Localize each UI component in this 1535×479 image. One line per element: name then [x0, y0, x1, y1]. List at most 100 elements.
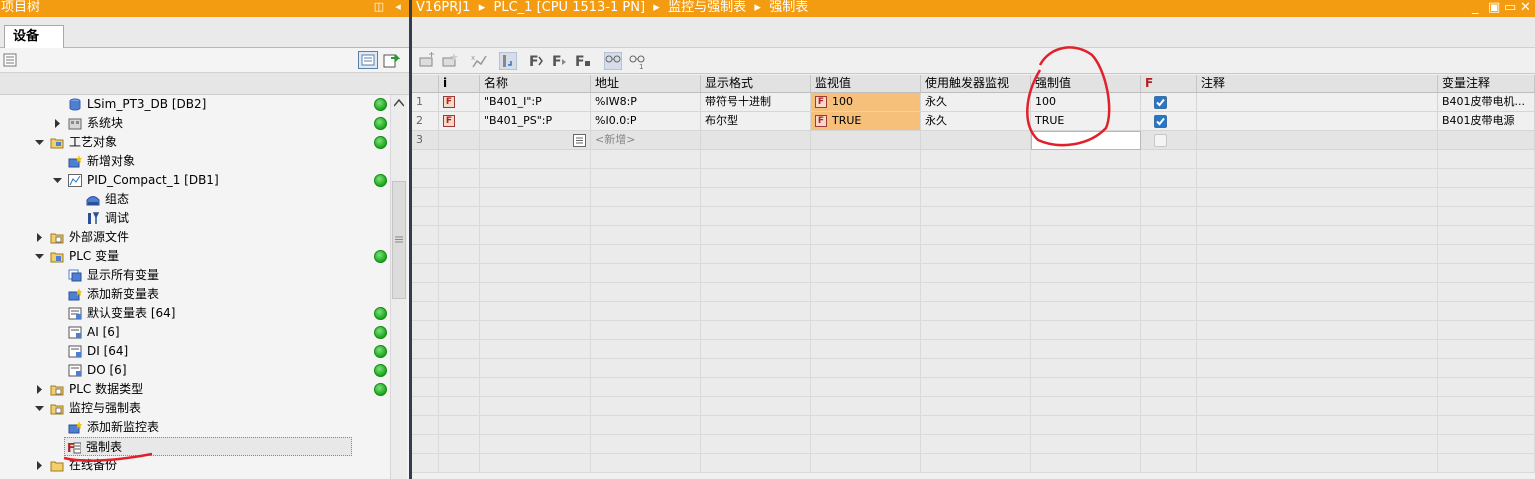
tree-item-show-all-tags[interactable]: 显示所有变量 — [0, 266, 389, 285]
empty-grid-cell[interactable] — [1197, 321, 1438, 340]
empty-grid-cell[interactable] — [591, 359, 701, 378]
cell-address[interactable]: %I0.0:P — [591, 112, 701, 131]
empty-grid-cell[interactable] — [1031, 150, 1141, 169]
empty-grid-cell[interactable] — [811, 378, 921, 397]
empty-grid-cell[interactable] — [1197, 207, 1438, 226]
tree-item-external-sources[interactable]: 外部源文件 — [0, 228, 389, 247]
empty-grid-cell[interactable] — [480, 340, 591, 359]
empty-grid-cell[interactable] — [1197, 397, 1438, 416]
empty-grid-cell[interactable] — [591, 207, 701, 226]
tree-item-lsim-db[interactable]: LSim_PT3_DB [DB2] — [0, 95, 389, 114]
empty-grid-cell[interactable] — [480, 283, 591, 302]
empty-grid-cell[interactable] — [701, 226, 811, 245]
empty-grid-cell[interactable] — [1141, 416, 1197, 435]
empty-grid-cell[interactable] — [1197, 340, 1438, 359]
grid-view-icon[interactable] — [3, 53, 17, 67]
empty-grid-cell[interactable] — [921, 378, 1031, 397]
empty-grid-cell[interactable] — [1141, 378, 1197, 397]
empty-grid-cell[interactable] — [1197, 302, 1438, 321]
empty-grid-cell[interactable] — [439, 378, 480, 397]
cell-trigger[interactable]: 永久 — [921, 112, 1031, 131]
empty-grid-cell[interactable] — [1197, 454, 1438, 473]
empty-grid-cell[interactable] — [412, 245, 439, 264]
empty-grid-cell[interactable] — [1141, 454, 1197, 473]
scroll-up-icon[interactable] — [394, 98, 404, 108]
empty-grid-cell[interactable] — [439, 321, 480, 340]
empty-grid-cell[interactable] — [439, 302, 480, 321]
empty-grid-cell[interactable] — [921, 397, 1031, 416]
empty-grid-cell[interactable] — [480, 264, 591, 283]
empty-grid-cell[interactable] — [921, 416, 1031, 435]
cell-comment[interactable] — [1197, 112, 1438, 131]
empty-grid-cell[interactable] — [412, 226, 439, 245]
tab-devices[interactable]: 设备 — [4, 25, 64, 49]
empty-grid-cell[interactable] — [1031, 188, 1141, 207]
empty-grid-cell[interactable] — [1141, 302, 1197, 321]
cell-force-value[interactable] — [1031, 131, 1141, 150]
restore-icon[interactable]: ▣ — [1488, 0, 1500, 16]
cell-force-value[interactable]: 100 — [1031, 93, 1141, 112]
empty-grid-cell[interactable] — [1141, 283, 1197, 302]
empty-grid-cell[interactable] — [439, 188, 480, 207]
empty-grid-cell[interactable] — [811, 207, 921, 226]
empty-grid-cell[interactable] — [811, 264, 921, 283]
empty-grid-cell[interactable] — [1438, 340, 1535, 359]
tree-item-system-blocks[interactable]: 系统块 — [0, 114, 389, 133]
empty-grid-cell[interactable] — [591, 245, 701, 264]
checkbox-checked-icon[interactable] — [1154, 96, 1167, 109]
empty-grid-cell[interactable] — [439, 207, 480, 226]
empty-grid-cell[interactable] — [1031, 226, 1141, 245]
empty-grid-cell[interactable] — [811, 169, 921, 188]
empty-grid-cell[interactable] — [1141, 245, 1197, 264]
empty-grid-cell[interactable] — [1031, 454, 1141, 473]
empty-grid-cell[interactable] — [921, 359, 1031, 378]
pin-icon[interactable]: ◫ — [373, 1, 385, 13]
empty-grid-cell[interactable] — [921, 150, 1031, 169]
tree-item-add-tag-table[interactable]: 添加新变量表 — [0, 285, 389, 304]
empty-grid-cell[interactable] — [412, 188, 439, 207]
empty-grid-cell[interactable] — [1438, 150, 1535, 169]
empty-grid-cell[interactable] — [701, 302, 811, 321]
empty-grid-cell[interactable] — [1197, 264, 1438, 283]
empty-grid-cell[interactable] — [921, 264, 1031, 283]
tree-item-default-tag-table[interactable]: 默认变量表 [64] — [0, 304, 389, 323]
empty-grid-cell[interactable] — [701, 264, 811, 283]
empty-grid-cell[interactable] — [1438, 207, 1535, 226]
cell-tag-comment[interactable]: B401皮带电机... — [1438, 93, 1535, 112]
empty-grid-cell[interactable] — [921, 340, 1031, 359]
cell-comment[interactable] — [1197, 131, 1438, 150]
tree-item-add-object[interactable]: 新增对象 — [0, 152, 389, 171]
empty-grid-cell[interactable] — [591, 397, 701, 416]
breadcrumb-project[interactable]: V16PRJ1 — [416, 0, 470, 15]
empty-grid-cell[interactable] — [439, 264, 480, 283]
empty-grid-cell[interactable] — [412, 340, 439, 359]
empty-grid-cell[interactable] — [1141, 207, 1197, 226]
empty-grid-cell[interactable] — [1031, 245, 1141, 264]
cell-trigger[interactable]: 永久 — [921, 93, 1031, 112]
empty-grid-cell[interactable] — [1031, 302, 1141, 321]
tree-item-online-backups[interactable]: 在线备份 — [0, 456, 389, 475]
cell-name[interactable] — [480, 131, 591, 150]
empty-grid-cell[interactable] — [811, 188, 921, 207]
empty-grid-cell[interactable] — [701, 207, 811, 226]
empty-grid-cell[interactable] — [1438, 321, 1535, 340]
empty-grid-cell[interactable] — [1438, 359, 1535, 378]
cell-display-format[interactable]: 布尔型 — [701, 112, 811, 131]
header-name[interactable]: 名称 — [480, 75, 591, 93]
empty-grid-cell[interactable] — [921, 302, 1031, 321]
empty-grid-cell[interactable] — [1197, 359, 1438, 378]
empty-grid-cell[interactable] — [811, 302, 921, 321]
empty-grid-cell[interactable] — [1141, 397, 1197, 416]
empty-grid-cell[interactable] — [1438, 416, 1535, 435]
empty-grid-cell[interactable] — [439, 397, 480, 416]
collapse-arrow-icon[interactable] — [35, 404, 44, 413]
checkbox-unchecked-icon[interactable] — [1154, 134, 1167, 147]
checkbox-checked-icon[interactable] — [1154, 115, 1167, 128]
empty-grid-cell[interactable] — [701, 416, 811, 435]
empty-grid-cell[interactable] — [412, 454, 439, 473]
empty-grid-cell[interactable] — [921, 435, 1031, 454]
empty-grid-cell[interactable] — [701, 435, 811, 454]
empty-grid-cell[interactable] — [480, 169, 591, 188]
empty-grid-cell[interactable] — [439, 454, 480, 473]
cell-name[interactable]: "B401_I":P — [480, 93, 591, 112]
